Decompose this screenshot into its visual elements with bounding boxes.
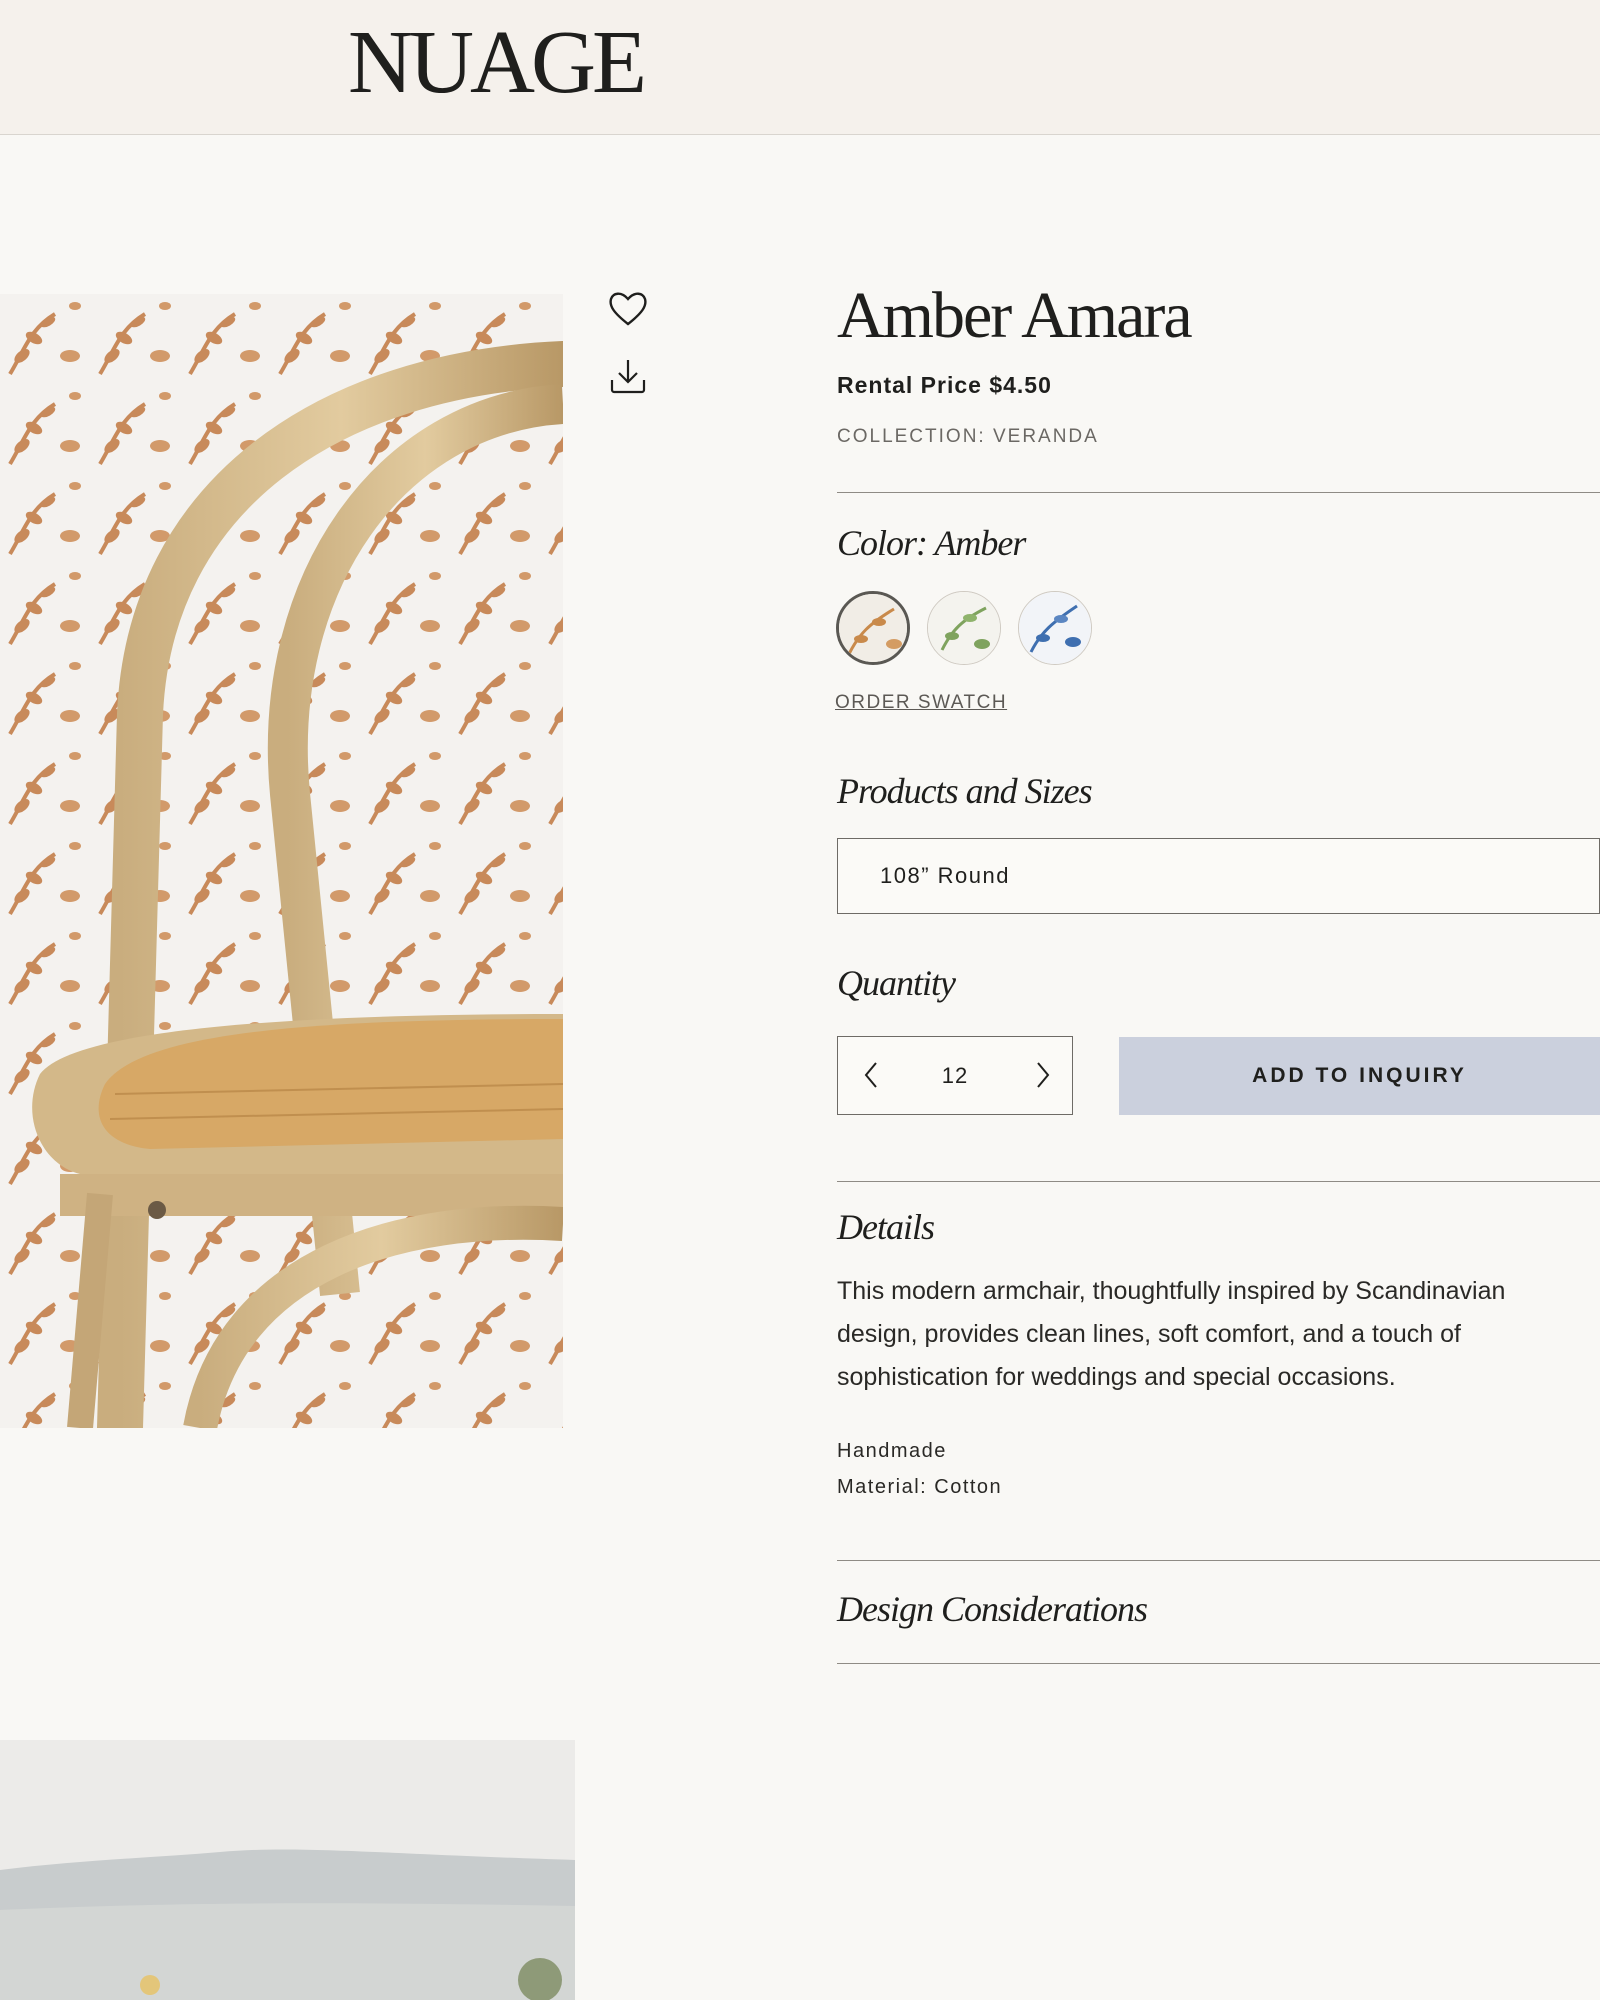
products-sizes-label: Products and Sizes xyxy=(837,771,1093,811)
collection-label[interactable]: COLLECTION: VERANDA xyxy=(837,426,1099,448)
quantity-stepper[interactable]: 12 xyxy=(837,1036,1073,1115)
product-description: This modern armchair, thoughtfully inspi… xyxy=(837,1277,1506,1391)
details-heading[interactable]: Details xyxy=(837,1206,935,1248)
handmade-label: Handmade xyxy=(837,1440,947,1462)
divider xyxy=(837,492,1600,493)
rental-price: Rental Price $4.50 xyxy=(837,372,1052,398)
size-select-value: 108” Round xyxy=(880,863,1010,888)
brand-logo[interactable]: NUAGE xyxy=(348,18,647,108)
product-title: Amber Amara xyxy=(837,279,1193,352)
material-label: Material: Cotton xyxy=(837,1476,1003,1498)
order-swatch-link[interactable]: ORDER SWATCH xyxy=(835,692,1007,714)
site-header: NUAGE xyxy=(0,0,1600,135)
swatch-blue[interactable] xyxy=(1018,591,1092,665)
chevron-right-icon[interactable] xyxy=(1028,1055,1058,1095)
swatch-green[interactable] xyxy=(927,591,1001,665)
add-to-inquiry-button[interactable]: ADD TO INQUIRY xyxy=(1119,1037,1600,1115)
download-icon[interactable] xyxy=(606,354,650,398)
divider xyxy=(837,1560,1600,1561)
color-label: Color: Amber xyxy=(837,523,1026,563)
divider xyxy=(837,1181,1600,1182)
secondary-product-image xyxy=(0,1740,575,2000)
swatch-amber[interactable] xyxy=(836,591,910,665)
size-select[interactable]: 108” Round xyxy=(837,838,1600,914)
design-considerations-heading[interactable]: Design Considerations xyxy=(837,1588,1148,1630)
product-image xyxy=(0,294,563,1428)
heart-icon[interactable] xyxy=(606,286,650,330)
quantity-label: Quantity xyxy=(837,963,956,1003)
divider xyxy=(837,1663,1600,1664)
